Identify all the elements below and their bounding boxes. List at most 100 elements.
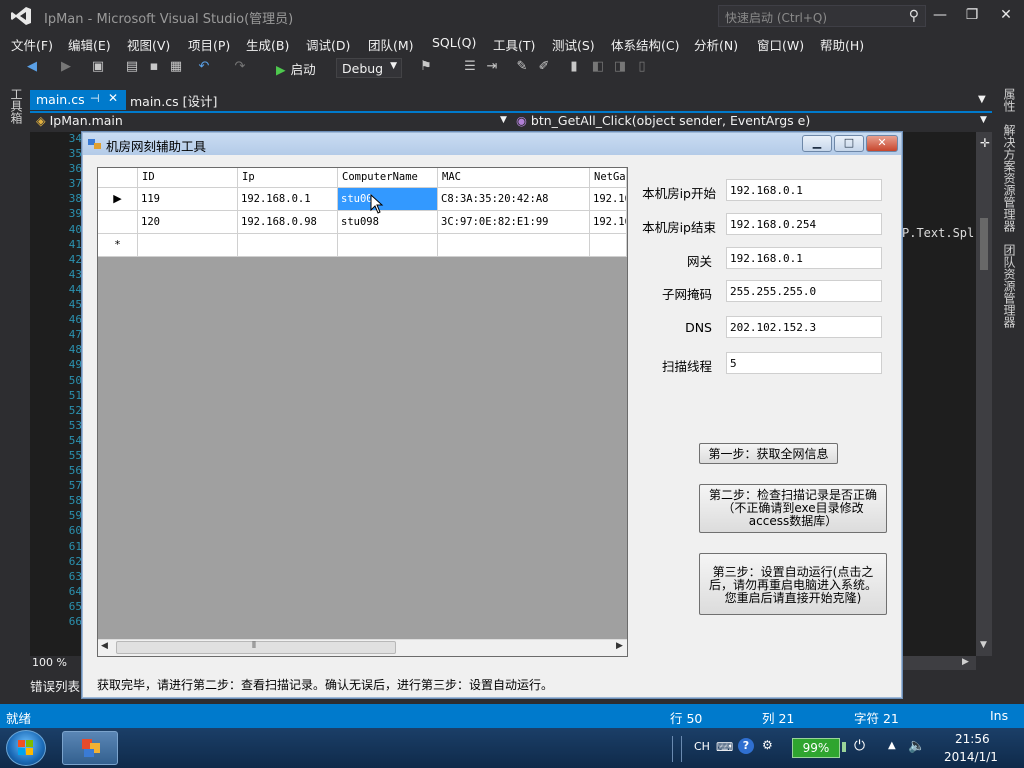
align-icon[interactable]: ☰ [462, 59, 478, 75]
toolbox-tab[interactable]: 工具箱 [8, 88, 25, 124]
clear-bookmarks-icon[interactable]: ▯ [634, 59, 650, 75]
back-icon[interactable]: ◀ [24, 59, 40, 75]
battery-indicator[interactable]: 99% [792, 738, 840, 758]
tab-main-designer[interactable]: main.cs [设计] [130, 91, 217, 110]
menu-sql[interactable]: SQL(Q) [432, 35, 476, 50]
scroll-down-icon[interactable]: ▼ [980, 640, 987, 650]
restore-icon[interactable]: ❐ [960, 6, 984, 26]
quick-launch-input[interactable]: 快速启动 (Ctrl+Q) ⚲ [718, 5, 926, 27]
save-all-icon[interactable]: ▦ [168, 59, 184, 75]
dns-input[interactable]: 202.102.152.3 [726, 316, 882, 338]
pin-icon[interactable]: ⊣ [90, 92, 100, 105]
menu-tools[interactable]: 工具(T) [493, 35, 535, 54]
subnet-mask-input[interactable]: 255.255.255.0 [726, 280, 882, 302]
gateway-input[interactable]: 192.168.0.1 [726, 247, 882, 269]
chevron-down-icon[interactable]: ▼ [980, 115, 987, 125]
help-icon[interactable]: ? [738, 738, 754, 754]
table-cell[interactable]: 192.16 [590, 188, 627, 211]
scroll-right-icon[interactable]: ▶ [616, 641, 623, 651]
table-cell[interactable]: stu098 [338, 211, 438, 234]
volume-icon[interactable]: 🔈 [908, 738, 925, 754]
solution-config-select[interactable]: Debug ▼ [336, 58, 402, 78]
show-hidden-icons-icon[interactable]: ▲ [888, 740, 896, 751]
next-bookmark-icon[interactable]: ◨ [612, 59, 628, 75]
ip-start-input[interactable]: 192.168.0.1 [726, 179, 882, 201]
table-cell[interactable]: C8:3A:35:20:42:A8 [438, 188, 590, 211]
table-cell[interactable]: 119 [138, 188, 238, 211]
search-icon[interactable]: ⚲ [909, 8, 919, 24]
clock-date[interactable]: 2014/1/1 [944, 750, 998, 764]
menu-file[interactable]: 文件(F) [11, 35, 53, 54]
editor-vertical-scrollbar[interactable] [976, 132, 992, 656]
start-button[interactable] [6, 730, 46, 766]
table-cell[interactable]: 192.168.0.1 [238, 188, 338, 211]
row-header-new[interactable]: * [98, 234, 138, 257]
dialog-minimize-button[interactable]: ▁ [802, 135, 832, 152]
menu-team[interactable]: 团队(M) [368, 35, 414, 54]
column-header-mac[interactable]: MAC [438, 168, 590, 188]
close-tab-icon[interactable]: ✕ [108, 91, 118, 105]
menu-edit[interactable]: 编辑(E) [68, 35, 111, 54]
save-icon[interactable]: ▪ [146, 59, 162, 75]
zoom-level[interactable]: 100 % [32, 656, 78, 670]
menu-test[interactable]: 测试(S) [552, 35, 595, 54]
menu-project[interactable]: 项目(P) [188, 35, 230, 54]
indent-icon[interactable]: ⇥ [484, 59, 500, 75]
undo-icon[interactable]: ↶ [196, 59, 212, 75]
menu-help[interactable]: 帮助(H) [820, 35, 864, 54]
start-debug-button[interactable]: ▶ 启动 [276, 59, 316, 78]
scan-threads-input[interactable]: 5 [726, 352, 882, 374]
column-header-netgateway[interactable]: NetGa [590, 168, 627, 188]
new-row-cell[interactable] [338, 234, 438, 257]
menu-architecture[interactable]: 体系结构(C) [611, 35, 679, 54]
error-list-tab[interactable]: 错误列表 [30, 676, 80, 695]
menu-window[interactable]: 窗口(W) [757, 35, 804, 54]
column-header-ip[interactable]: Ip [238, 168, 338, 188]
new-row-cell[interactable] [238, 234, 338, 257]
table-cell[interactable]: 192.16 [590, 211, 627, 234]
step1-get-all-button[interactable]: 第一步：获取全网信息 [699, 443, 838, 464]
grid-scroll-thumb[interactable] [116, 641, 396, 654]
redo-icon[interactable]: ↷ [232, 59, 248, 75]
minimize-icon[interactable]: — [928, 6, 952, 26]
column-header-id[interactable]: ID [138, 168, 238, 188]
menu-build[interactable]: 生成(B) [246, 35, 289, 54]
uncomment-icon[interactable]: ✐ [536, 59, 552, 75]
input-lang[interactable]: CH [694, 740, 710, 753]
properties-tab[interactable]: 属性 [1001, 88, 1018, 112]
dialog-close-button[interactable]: ✕ [866, 135, 898, 152]
ip-end-input[interactable]: 192.168.0.254 [726, 213, 882, 235]
menu-analyze[interactable]: 分析(N) [694, 35, 738, 54]
tab-overflow-icon[interactable]: ▼ [978, 94, 986, 105]
close-icon[interactable]: ✕ [994, 6, 1018, 26]
tab-main-cs[interactable]: main.cs ⊣ ✕ [30, 90, 126, 110]
scroll-left-icon[interactable]: ◀ [101, 641, 108, 651]
scroll-right-icon[interactable]: ▶ [962, 657, 969, 667]
new-project-icon[interactable]: ▣ [90, 59, 106, 75]
column-header-computername[interactable]: ComputerName [338, 168, 438, 188]
table-cell-selected[interactable]: stu00 [338, 188, 438, 211]
team-explorer-tab[interactable]: 团队资源管理器 [1001, 244, 1018, 328]
solution-explorer-tab[interactable]: 解决方案资源管理器 [1001, 124, 1018, 232]
settings-icon[interactable]: ⚙ [762, 738, 773, 752]
chevron-down-icon[interactable]: ▼ [500, 115, 507, 125]
bookmark-icon[interactable]: ▮ [566, 59, 582, 75]
table-cell[interactable]: 120 [138, 211, 238, 234]
split-icon[interactable]: ✛ [980, 136, 990, 150]
power-plug-icon[interactable]: ⏻ [854, 738, 865, 754]
comment-icon[interactable]: ✎ [514, 59, 530, 75]
row-header[interactable] [98, 211, 138, 234]
new-row-cell[interactable] [138, 234, 238, 257]
menu-view[interactable]: 视图(V) [127, 35, 170, 54]
menu-debug[interactable]: 调试(D) [306, 35, 350, 54]
class-dropdown[interactable]: ◈ IpMan.main [36, 113, 123, 128]
step3-auto-run-button[interactable]: 第三步：设置自动运行(点击之后，请勿再重启电脑进入系统。您重启后请直接开始克隆) [699, 553, 887, 615]
new-row-cell[interactable] [438, 234, 590, 257]
forward-icon[interactable]: ▶ [58, 59, 74, 75]
row-header-current[interactable]: ▶ [98, 188, 138, 211]
keyboard-icon[interactable]: ⌨ [716, 740, 733, 754]
clock-time[interactable]: 21:56 [955, 732, 990, 746]
editor-scroll-thumb[interactable] [980, 218, 988, 270]
open-file-icon[interactable]: ▤ [124, 59, 140, 75]
table-cell[interactable]: 192.168.0.98 [238, 211, 338, 234]
